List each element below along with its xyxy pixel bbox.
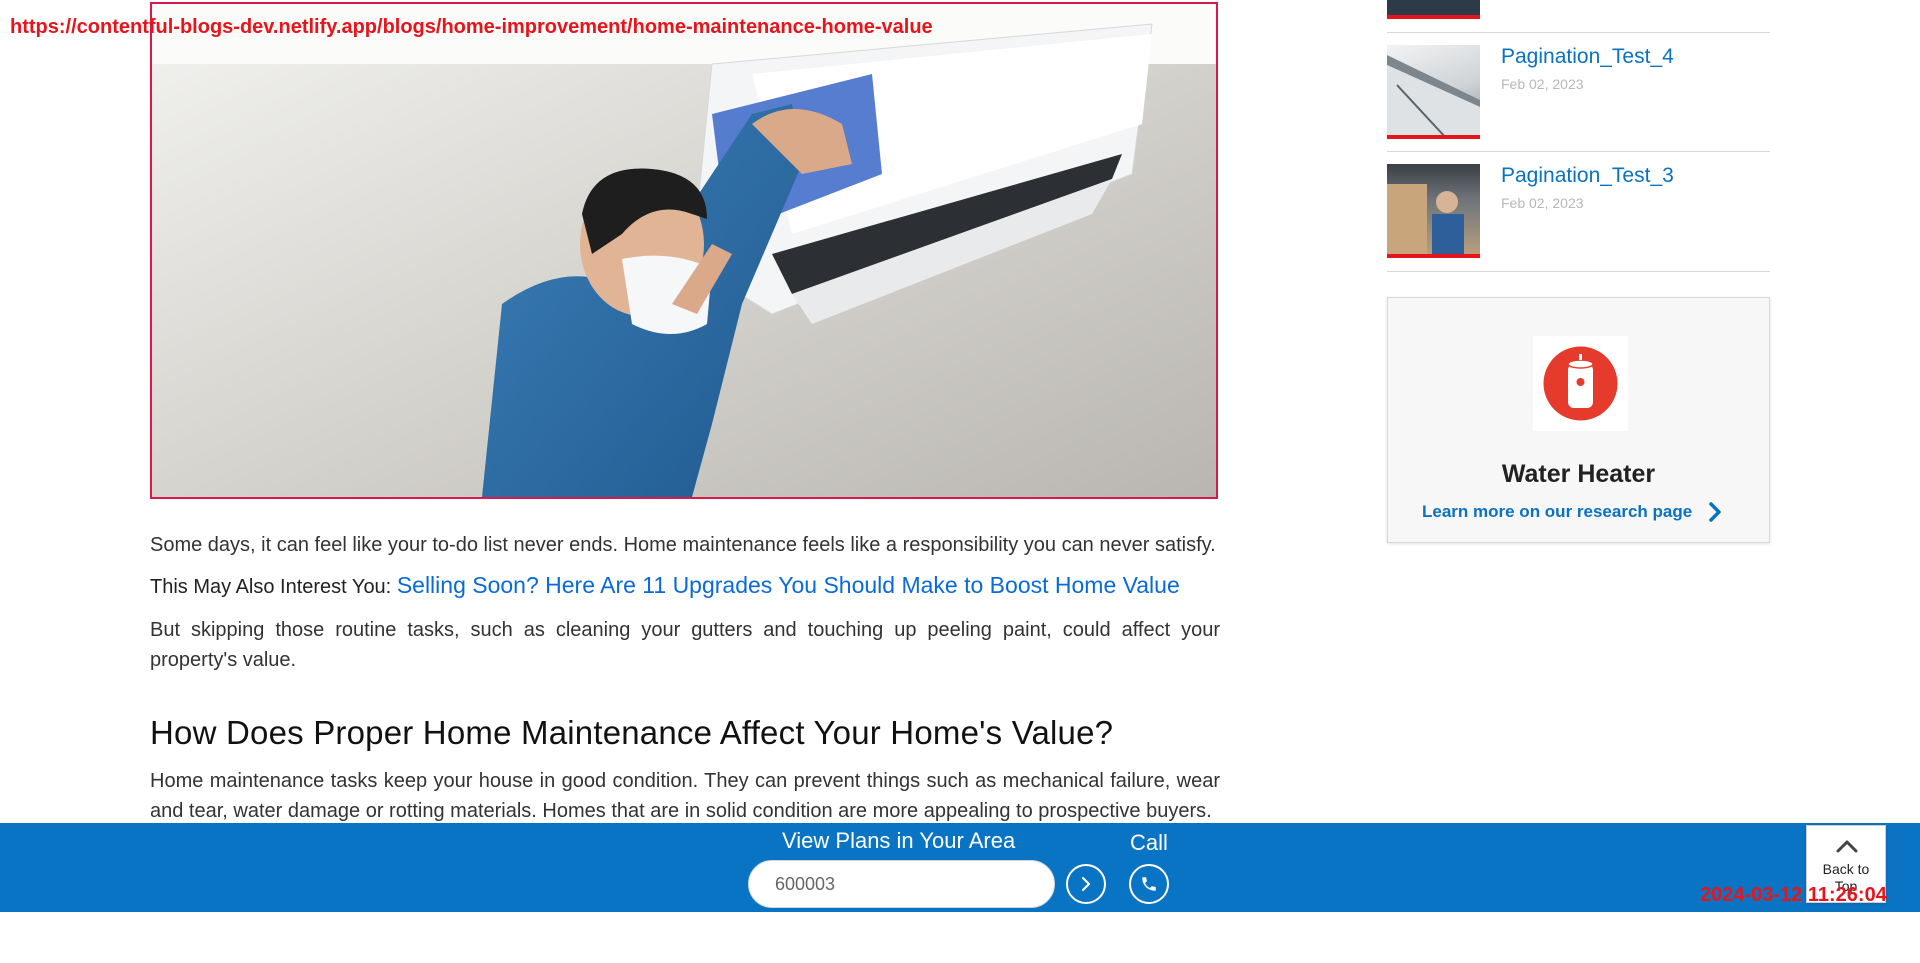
water-heater-promo-card: Water Heater Learn more on our research … — [1387, 297, 1770, 543]
post-thumbnail — [1387, 45, 1480, 139]
water-heater-icon — [1543, 346, 1618, 421]
promo-icon-frame — [1533, 336, 1628, 431]
hero-image — [150, 2, 1218, 499]
roof-image — [1387, 55, 1480, 135]
chevron-up-icon — [1836, 840, 1858, 853]
timestamp-overlay: 2024-03-12 11:26:04 — [1700, 884, 1887, 906]
call-label: Call — [1130, 830, 1168, 855]
article-paragraph-2: But skipping those routine tasks, such a… — [150, 619, 1220, 671]
sticky-plans-bar: View Plans in Your Area Call — [0, 823, 1920, 912]
post-thumbnail — [1387, 164, 1480, 258]
section-heading: How Does Proper Home Maintenance Affect … — [150, 714, 1114, 751]
chevron-right-icon — [1082, 877, 1090, 891]
technician-ac-illustration — [152, 4, 1216, 497]
url-overlay: https://contentful-blogs-dev.netlify.app… — [10, 16, 933, 38]
sidebar-post-1[interactable]: Pagination_Test_4 Feb 02, 2023 — [1387, 33, 1770, 152]
also-interest-line: This May Also Interest You: Selling Soon… — [150, 570, 1220, 602]
sidebar-post-partial[interactable] — [1387, 0, 1770, 33]
chevron-right-icon[interactable] — [1707, 501, 1723, 523]
article-intro: Some days, it can feel like your to-do l… — [150, 534, 1216, 556]
sidebar-post-2-title[interactable]: Pagination_Test_3 — [1501, 164, 1674, 188]
article-paragraph-3: Home maintenance tasks keep your house i… — [150, 770, 1220, 822]
also-interest-link[interactable]: Selling Soon? Here Are 11 Upgrades You S… — [397, 572, 1180, 598]
back-to-top-line1: Back to — [1822, 861, 1870, 877]
also-interest-label: This May Also Interest You: — [150, 576, 392, 598]
promo-title: Water Heater — [1501, 460, 1656, 488]
zip-code-input[interactable] — [748, 860, 1055, 908]
sidebar-post-1-title[interactable]: Pagination_Test_4 — [1501, 45, 1674, 69]
view-plans-heading: View Plans in Your Area — [782, 828, 1016, 853]
worker-image — [1387, 184, 1464, 254]
sidebar-post-2[interactable]: Pagination_Test_3 Feb 02, 2023 — [1387, 152, 1770, 272]
post-thumbnail — [1387, 0, 1480, 19]
phone-icon — [1142, 877, 1156, 891]
call-button[interactable] — [1129, 864, 1169, 904]
sidebar-post-1-date: Feb 02, 2023 — [1501, 76, 1584, 92]
zip-submit-button[interactable] — [1066, 864, 1106, 904]
sidebar-post-2-date: Feb 02, 2023 — [1501, 195, 1584, 211]
research-page-link[interactable]: Learn more on our research page — [1422, 502, 1692, 522]
